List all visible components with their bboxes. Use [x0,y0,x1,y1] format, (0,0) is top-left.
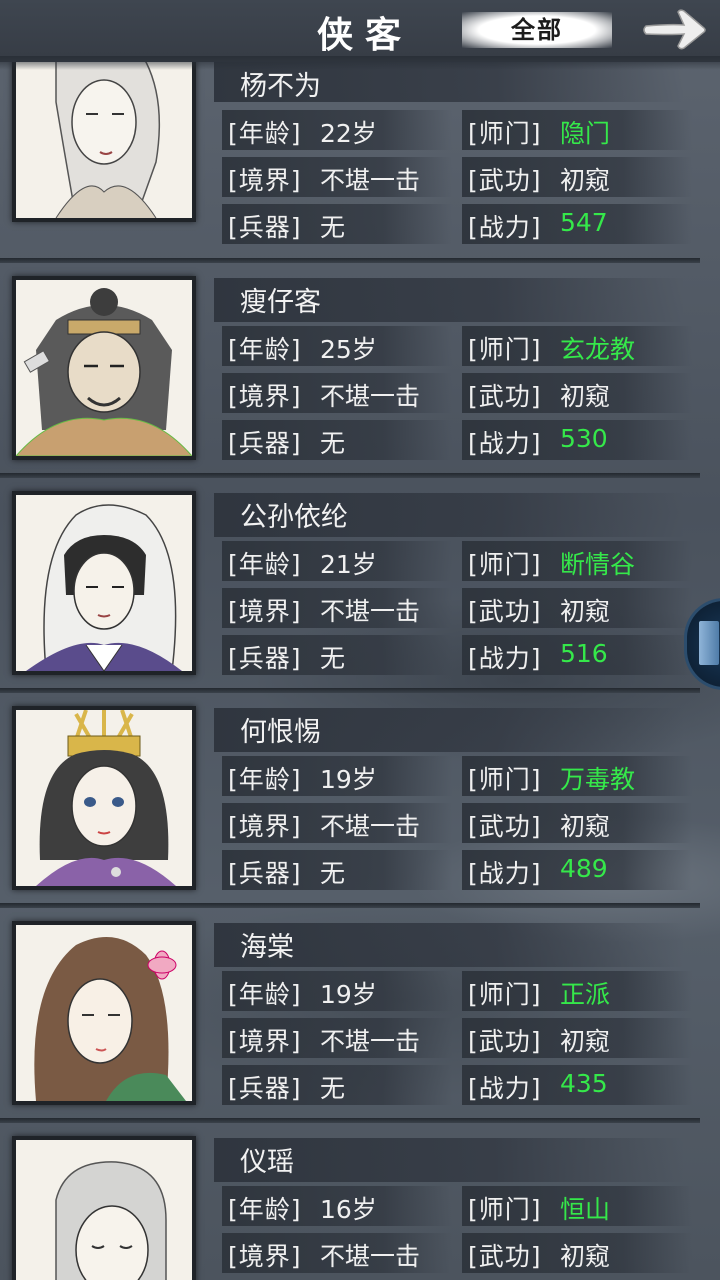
realm-label: [境界] [228,1242,302,1271]
skill-label: [武功] [468,597,542,626]
hero-card[interactable]: 何恨惕 [年龄] 19岁 [师门] 万毒教 [境界] 不堪一击 [武功] 初窥 … [0,688,700,900]
weapon-label: [兵器] [228,1074,302,1103]
skill-value: 初窥 [560,812,611,841]
hero-card[interactable]: 海棠 [年龄] 19岁 [师门] 正派 [境界] 不堪一击 [武功] 初窥 [兵… [0,903,700,1115]
skill-label: [武功] [468,1027,542,1056]
sect-value: 断情谷 [560,550,636,579]
age-value: 19岁 [320,765,377,794]
hero-card[interactable]: 仪瑶 [年龄] 16岁 [师门] 恒山 [境界] 不堪一击 [武功] 初窥 [0,1118,700,1280]
sect-label: [师门] [468,550,542,579]
power-label: [战力] [468,1074,542,1103]
realm-value: 不堪一击 [320,812,421,841]
realm-value: 不堪一击 [320,1027,421,1056]
hero-portrait [12,1136,196,1280]
skill-value: 初窥 [560,166,611,195]
sect-value: 万毒教 [560,765,636,794]
weapon-label: [兵器] [228,429,302,458]
hero-name: 海棠 [240,932,294,963]
power-value: 530 [560,424,608,453]
age-value: 19岁 [320,980,377,1009]
skill-value: 初窥 [560,382,611,411]
hero-portrait [12,706,196,890]
hero-card[interactable]: 瘦仔客 [年龄] 25岁 [师门] 玄龙教 [境界] 不堪一击 [武功] 初窥 … [0,258,700,470]
filter-button[interactable]: 全部 [462,12,612,48]
age-label: [年龄] [228,765,302,794]
realm-value: 不堪一击 [320,166,421,195]
skill-value: 初窥 [560,597,611,626]
realm-value: 不堪一击 [320,1242,421,1271]
power-label: [战力] [468,213,542,242]
age-label: [年龄] [228,1195,302,1224]
age-label: [年龄] [228,980,302,1009]
power-value: 547 [560,208,608,237]
power-label: [战力] [468,429,542,458]
hero-portrait [12,491,196,675]
skill-label: [武功] [468,1242,542,1271]
next-button[interactable] [640,6,708,52]
age-value: 21岁 [320,550,377,579]
sect-label: [师门] [468,119,542,148]
hero-portrait [12,276,196,460]
skill-value: 初窥 [560,1027,611,1056]
book-icon [699,621,719,665]
weapon-value: 无 [320,1074,346,1103]
power-value: 489 [560,854,608,883]
weapon-label: [兵器] [228,213,302,242]
hero-name: 何恨惕 [240,717,321,748]
age-label: [年龄] [228,550,302,579]
arrow-right-icon [643,9,706,50]
power-value: 435 [560,1069,608,1098]
hero-name: 仪瑶 [240,1147,294,1178]
sect-value: 恒山 [560,1195,611,1224]
weapon-value: 无 [320,859,346,888]
age-value: 16岁 [320,1195,377,1224]
weapon-label: [兵器] [228,644,302,673]
power-label: [战力] [468,859,542,888]
weapon-value: 无 [320,644,346,673]
sect-value: 正派 [560,980,611,1009]
skill-label: [武功] [468,382,542,411]
sect-label: [师门] [468,765,542,794]
hero-card[interactable]: 杨不为 [年龄] 22岁 [师门] 隐门 [境界] 不堪一击 [武功] 初窥 [… [0,38,700,262]
hero-list[interactable]: 杨不为 [年龄] 22岁 [师门] 隐门 [境界] 不堪一击 [武功] 初窥 [… [0,0,720,1280]
age-value: 25岁 [320,335,377,364]
skill-value: 初窥 [560,1242,611,1271]
realm-label: [境界] [228,382,302,411]
hero-card[interactable]: 公孙依纶 [年龄] 21岁 [师门] 断情谷 [境界] 不堪一击 [武功] 初窥… [0,473,700,685]
page-title: 侠客 [316,14,413,56]
skill-label: [武功] [468,812,542,841]
hero-name: 瘦仔客 [240,287,321,318]
sect-value: 玄龙教 [560,335,636,364]
realm-label: [境界] [228,812,302,841]
realm-value: 不堪一击 [320,382,421,411]
age-label: [年龄] [228,335,302,364]
hero-name: 公孙依纶 [240,502,348,533]
realm-value: 不堪一击 [320,597,421,626]
weapon-label: [兵器] [228,859,302,888]
realm-label: [境界] [228,166,302,195]
sect-label: [师门] [468,980,542,1009]
skill-label: [武功] [468,166,542,195]
sect-value: 隐门 [560,119,611,148]
power-value: 516 [560,639,608,668]
top-bar: 侠客 全部 [0,0,720,70]
sect-label: [师门] [468,335,542,364]
realm-label: [境界] [228,1027,302,1056]
realm-label: [境界] [228,597,302,626]
sect-label: [师门] [468,1195,542,1224]
power-label: [战力] [468,644,542,673]
age-label: [年龄] [228,119,302,148]
weapon-value: 无 [320,429,346,458]
hero-portrait [12,921,196,1105]
age-value: 22岁 [320,119,377,148]
weapon-value: 无 [320,213,346,242]
